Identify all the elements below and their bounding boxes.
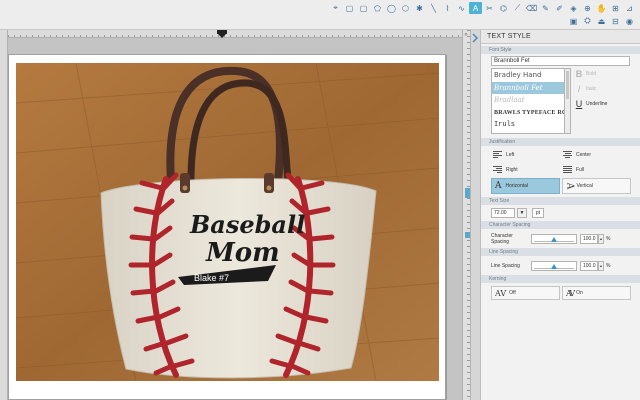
ellipse-icon[interactable]: ◯ [385, 2, 398, 14]
scroll-up-icon[interactable]: » [462, 32, 470, 38]
align-right-icon [493, 165, 502, 174]
eraser-icon[interactable]: ⌫ [525, 2, 538, 14]
line-icon[interactable]: ╲ [427, 2, 440, 14]
font-list-scrollbar[interactable] [565, 68, 571, 134]
font-list[interactable]: Bradley Hand Brannboll Fet Bradlaat BRAW… [491, 68, 565, 134]
align-full-icon [563, 165, 572, 174]
kerning-on-button[interactable]: AV On [562, 286, 631, 300]
top-toolbar: ⌖ ▢ ▢ ⬠ ◯ ⬡ ✱ ╲ ⌇ ∿ A ✂ ⌬ ⟋ ⌫ ✎ ✐ ◈ ⊕ ✋ ⊞ ⊿ ▣ ⛭ ⏏ ⊟ ◉ [0, 0, 640, 30]
character-spacing-input[interactable]: 100.0 [580, 234, 598, 244]
character-spacing-stepper-icon[interactable]: ▴ [598, 234, 604, 244]
knife-icon[interactable]: ⟋ [511, 2, 524, 14]
tote-bag-photo[interactable]: Baseball Mom Blake #7 [16, 63, 439, 381]
text-icon[interactable]: A [469, 2, 482, 14]
page-setup-icon[interactable]: ▣ [567, 15, 580, 27]
vertical-text-button[interactable]: A Vertical [562, 178, 631, 194]
line-spacing-slider[interactable] [531, 261, 577, 271]
mom-text: Mom [205, 238, 280, 268]
cut-settings-icon[interactable]: ⛭ [581, 15, 594, 27]
fill-icon[interactable]: ◈ [567, 2, 580, 14]
slider-knob-icon [551, 237, 557, 242]
justification-section: Justification [481, 138, 640, 146]
align-full-button[interactable]: Full [561, 163, 631, 176]
line-spacing-section: Line Spacing [481, 248, 640, 256]
slider-knob-icon [551, 264, 557, 269]
font-style-options: B Bold I Italic U Underline [575, 68, 608, 134]
character-spacing-section: Character Spacing [481, 221, 640, 229]
curve-icon[interactable]: ∿ [455, 2, 468, 14]
font-list-item[interactable]: Iruls [492, 119, 564, 132]
kerning-off-icon: AV [495, 288, 507, 298]
kerning-off-button[interactable]: AV Off [491, 286, 560, 300]
vertical-ruler-scroll[interactable] [462, 30, 470, 400]
library-icon[interactable]: ⊟ [609, 15, 622, 27]
line-spacing-stepper-icon[interactable]: ▴ [598, 261, 604, 271]
text-size-input[interactable]: 72.00 [491, 208, 515, 218]
font-list-item[interactable]: BRAWLS TYPEFACE ROUGH [492, 107, 564, 120]
page-origin-marker[interactable] [215, 30, 229, 38]
character-spacing-slider[interactable] [531, 234, 577, 244]
store-icon[interactable]: ◉ [623, 15, 636, 27]
align-center-icon [563, 150, 572, 159]
align-center-button[interactable]: Center [561, 148, 631, 161]
font-list-item-selected[interactable]: Brannboll Fet [492, 81, 564, 94]
panel-tools-row: ▣ ⛭ ⏏ ⊟ ◉ [567, 15, 636, 28]
horizontal-text-button[interactable]: A Horizontal [491, 178, 560, 194]
rounded-rect-icon[interactable]: ▢ [357, 2, 370, 14]
rectangle-icon[interactable]: ▢ [343, 2, 356, 14]
bold-icon: B [575, 69, 583, 79]
line-spacing-input[interactable]: 100.0 [580, 261, 598, 271]
left-ruler [0, 30, 8, 400]
star-icon[interactable]: ✱ [413, 2, 426, 14]
pencil-icon[interactable]: ✐ [553, 2, 566, 14]
font-list-item[interactable]: Bradlaat [492, 94, 564, 107]
text-size-section: Text Size [481, 197, 640, 205]
align-left-button[interactable]: Left [491, 148, 561, 161]
font-style-section: Font Style [481, 46, 640, 54]
pen-icon[interactable]: ✎ [539, 2, 552, 14]
polyline-icon[interactable]: ⌇ [441, 2, 454, 14]
pan-icon[interactable]: ✋ [595, 2, 608, 14]
character-spacing-label: Character Spacing [491, 233, 513, 245]
horizontal-text-icon: A [495, 181, 502, 191]
font-list-item[interactable]: Bradley Hand [492, 69, 564, 82]
kerning-section: Kerning [481, 275, 640, 283]
bold-toggle[interactable]: B Bold [575, 68, 607, 80]
underline-toggle[interactable]: U Underline [575, 98, 608, 110]
panel-title: TEXT STYLE [481, 30, 640, 44]
top-ruler [8, 30, 462, 38]
baseball-text: Baseball [189, 210, 305, 239]
text-size-unit: pt [532, 208, 544, 218]
grid-icon[interactable]: ⊞ [609, 2, 622, 14]
pointer-icon[interactable]: ⌖ [329, 2, 342, 14]
italic-icon: I [577, 84, 581, 94]
collapse-panel-icon[interactable] [471, 32, 480, 48]
cut-icon[interactable]: ✂ [483, 2, 496, 14]
percent-unit: % [606, 263, 611, 269]
zoom-icon[interactable]: ⊕ [581, 2, 594, 14]
text-style-panel: TEXT STYLE Font Style Brannboll Fet Brad… [480, 30, 640, 400]
pentagon-icon[interactable]: ⬡ [399, 2, 412, 14]
underline-icon: U [575, 99, 583, 109]
panel-resize-strip[interactable] [470, 30, 480, 400]
send-icon[interactable]: ⏏ [595, 15, 608, 27]
vertical-text-icon: A [564, 182, 575, 190]
percent-unit: % [606, 236, 611, 242]
drawing-tools-row: ⌖ ▢ ▢ ⬠ ◯ ⬡ ✱ ╲ ⌇ ∿ A ✂ ⌬ ⟋ ⌫ ✎ ✐ ◈ ⊕ ✋ ⊞ ⊿ [329, 2, 636, 15]
italic-toggle[interactable]: I Italic [575, 83, 607, 95]
nodes-icon[interactable]: ⌬ [497, 2, 510, 14]
player-name-text: Blake #7 [194, 273, 229, 283]
measure-icon[interactable]: ⊿ [623, 2, 636, 14]
align-left-icon [493, 150, 502, 159]
font-name-field[interactable]: Brannboll Fet [491, 56, 630, 66]
text-size-dropdown-icon[interactable]: ▼ [517, 208, 527, 218]
align-right-button[interactable]: Right [491, 163, 561, 176]
polygon-icon[interactable]: ⬠ [371, 2, 384, 14]
line-spacing-label: Line Spacing [491, 263, 520, 269]
kerning-on-icon: AV [566, 288, 575, 298]
